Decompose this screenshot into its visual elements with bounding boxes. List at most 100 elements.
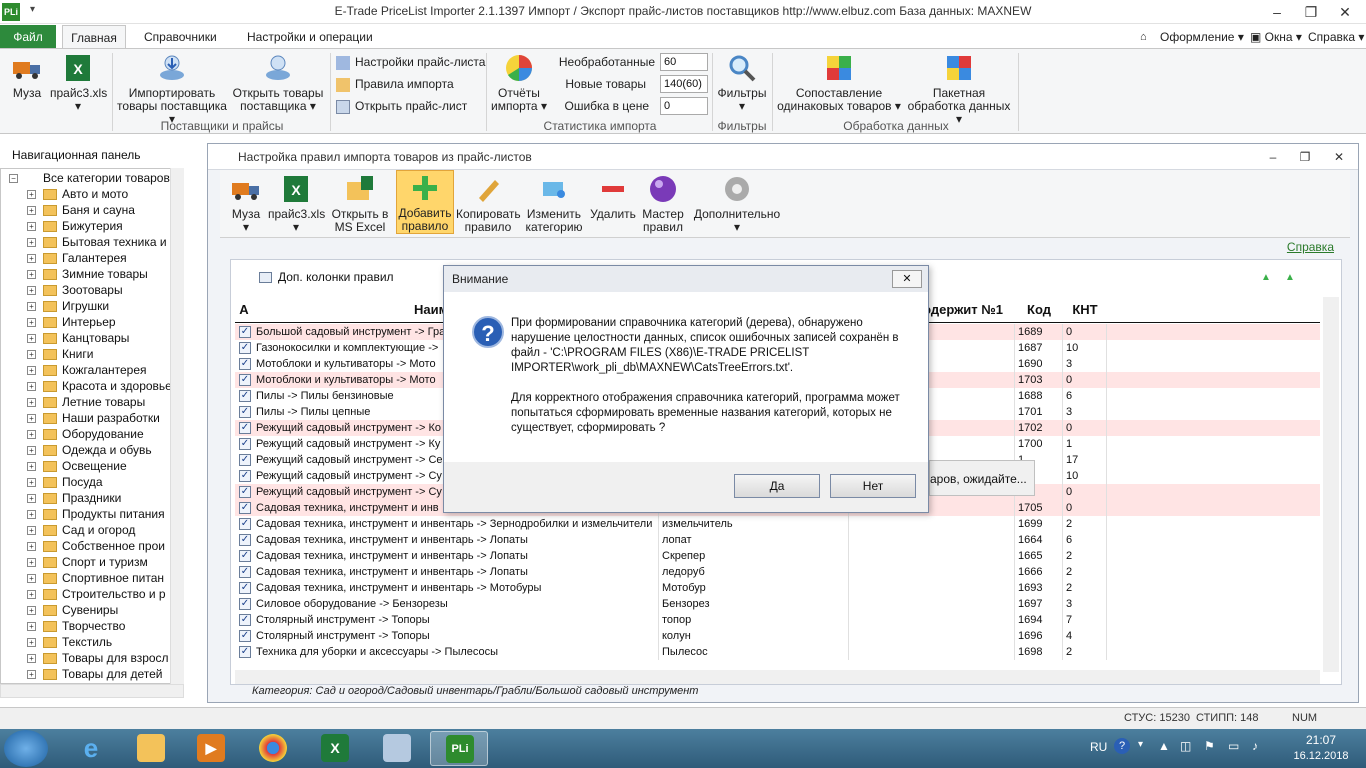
expand-icon[interactable]: + (27, 478, 36, 487)
expand-icon[interactable]: + (27, 638, 36, 647)
batch-processing-button[interactable]: Пакетная обработка данных ▾ (904, 53, 1014, 126)
table-row[interactable]: ✓ Столярный инструмент -> Топоры топор 1694… (235, 612, 1320, 628)
row-checkbox[interactable]: ✓ (239, 598, 251, 610)
inner-minimize-button[interactable]: – (1258, 147, 1288, 167)
move-up-icon[interactable]: ▲ (1261, 272, 1271, 283)
open-pricelist-button[interactable]: Открыть прайс-лист (336, 97, 467, 115)
import-supplier-button[interactable]: Импортировать товары поставщика ▾ (114, 53, 230, 126)
expand-icon[interactable]: + (27, 494, 36, 503)
table-row[interactable]: ✓ Столярный инструмент -> Топоры колун 1696… (235, 628, 1320, 644)
row-checkbox[interactable]: ✓ (239, 438, 251, 450)
network-icon[interactable]: ◫ (1180, 739, 1191, 753)
taskbar-excel[interactable]: X (306, 731, 364, 766)
dropdown-tray-icon[interactable]: ▾ (1138, 739, 1143, 750)
expand-icon[interactable]: + (27, 350, 36, 359)
row-checkbox[interactable]: ✓ (239, 326, 251, 338)
tab-settings-operations[interactable]: Настройки и операции (235, 25, 385, 49)
expand-icon[interactable]: + (27, 302, 36, 311)
row-checkbox[interactable]: ✓ (239, 342, 251, 354)
table-row[interactable]: ✓ Садовая техника, инструмент и инвентарь… (235, 516, 1320, 532)
muza-button[interactable]: Муза (6, 53, 48, 100)
tab-file[interactable]: Файл (0, 25, 56, 49)
inner-restore-button[interactable]: ❐ (1290, 147, 1320, 167)
row-checkbox[interactable]: ✓ (239, 550, 251, 562)
taskbar-notes[interactable] (368, 731, 426, 766)
expand-icon[interactable]: + (27, 654, 36, 663)
extra-columns-toggle[interactable]: Доп. колонки правил (259, 270, 394, 284)
col-code-header[interactable]: Код (1015, 297, 1063, 323)
row-checkbox[interactable]: ✓ (239, 534, 251, 546)
menu-help[interactable]: Справка ▾ (1308, 25, 1364, 49)
help-link[interactable]: Справка (1287, 240, 1334, 254)
row-checkbox[interactable]: ✓ (239, 630, 251, 642)
row-checkbox[interactable]: ✓ (239, 518, 251, 530)
grid-horizontal-scrollbar[interactable] (235, 670, 1320, 684)
move-down-icon[interactable]: ▲ (1285, 272, 1295, 283)
home-icon[interactable]: ⌂ (1140, 25, 1147, 49)
clock-time[interactable]: 21:07 (1296, 733, 1346, 747)
row-checkbox[interactable]: ✓ (239, 470, 251, 482)
expand-icon[interactable]: + (27, 270, 36, 279)
category-tree[interactable]: − Все категории товаров + Авто и мото + Бан… (0, 168, 184, 684)
app-icon[interactable]: PLi (2, 3, 20, 21)
expand-icon[interactable]: + (27, 190, 36, 199)
stat-error-field[interactable]: 0 (660, 97, 708, 115)
expand-icon[interactable]: + (27, 526, 36, 535)
minimize-button[interactable]: – (1262, 2, 1292, 22)
reports-button[interactable]: Отчёты импорта ▾ (490, 53, 548, 113)
tb-change-category-button[interactable]: Изменить категорию (522, 172, 586, 236)
prais-button[interactable]: X прайс3.xls ▾ (50, 53, 107, 113)
compare-goods-button[interactable]: Сопоставление одинаковых товаров ▾ (776, 53, 902, 113)
expand-icon[interactable]: + (27, 398, 36, 407)
row-checkbox[interactable]: ✓ (239, 454, 251, 466)
expand-icon[interactable]: + (27, 238, 36, 247)
expand-icon[interactable]: + (27, 542, 36, 551)
flag-icon[interactable]: ⚑ (1204, 739, 1215, 753)
row-checkbox[interactable]: ✓ (239, 502, 251, 514)
expand-icon[interactable]: + (27, 254, 36, 263)
row-checkbox[interactable]: ✓ (239, 614, 251, 626)
tb-muza-button[interactable]: Муза ▾ (224, 172, 268, 236)
row-checkbox[interactable]: ✓ (239, 390, 251, 402)
stat-new-field[interactable]: 140(60) (660, 75, 708, 93)
expand-icon[interactable]: + (27, 414, 36, 423)
volume-icon[interactable]: ♪ (1252, 739, 1258, 753)
quick-access-dropdown-icon[interactable]: ▾ (30, 4, 35, 15)
nav-horizontal-scrollbar[interactable] (0, 684, 184, 698)
language-indicator[interactable]: RU (1090, 740, 1107, 754)
help-tray-icon[interactable]: ? (1114, 738, 1130, 754)
show-hidden-icons[interactable]: ▲ (1158, 739, 1170, 753)
tb-delete-button[interactable]: Удалить (588, 172, 638, 236)
tb-wizard-button[interactable]: Мастер правил (640, 172, 686, 236)
expand-icon[interactable]: + (27, 430, 36, 439)
expand-icon[interactable]: + (27, 318, 36, 327)
expand-icon[interactable]: + (27, 222, 36, 231)
tab-references[interactable]: Справочники (132, 25, 229, 49)
dialog-close-button[interactable]: ✕ (892, 270, 922, 288)
nav-vertical-scrollbar[interactable] (170, 168, 184, 684)
table-row[interactable]: ✓ Силовое оборудование -> Бензорезы Бензор… (235, 596, 1320, 612)
filters-button[interactable]: Фильтры ▾ (714, 53, 770, 113)
table-row[interactable]: ✓ Садовая техника, инструмент и инвентарь… (235, 580, 1320, 596)
expand-icon[interactable]: + (27, 590, 36, 599)
expand-icon[interactable]: + (27, 286, 36, 295)
expand-icon[interactable]: + (27, 382, 36, 391)
stat-unprocessed-field[interactable]: 60 (660, 53, 708, 71)
start-button[interactable] (4, 730, 48, 767)
row-checkbox[interactable]: ✓ (239, 582, 251, 594)
row-checkbox[interactable]: ✓ (239, 374, 251, 386)
no-button[interactable]: Нет (830, 474, 916, 498)
row-checkbox[interactable]: ✓ (239, 566, 251, 578)
row-checkbox[interactable]: ✓ (239, 486, 251, 498)
expand-icon[interactable]: + (27, 510, 36, 519)
collapse-icon[interactable]: − (9, 174, 18, 183)
open-supplier-button[interactable]: Открыть товары поставщика ▾ (232, 53, 324, 113)
table-row[interactable]: ✓ Техника для уборки и аксессуары -> Пыле… (235, 644, 1320, 660)
inner-close-button[interactable]: ✕ (1324, 147, 1354, 167)
expand-icon[interactable]: + (27, 606, 36, 615)
table-row[interactable]: ✓ Садовая техника, инструмент и инвентарь… (235, 532, 1320, 548)
expand-icon[interactable]: + (27, 622, 36, 631)
tb-copy-rule-button[interactable]: Копировать правило (456, 172, 521, 236)
table-row[interactable]: ✓ Садовая техника, инструмент и инвентарь… (235, 548, 1320, 564)
expand-icon[interactable]: + (27, 574, 36, 583)
